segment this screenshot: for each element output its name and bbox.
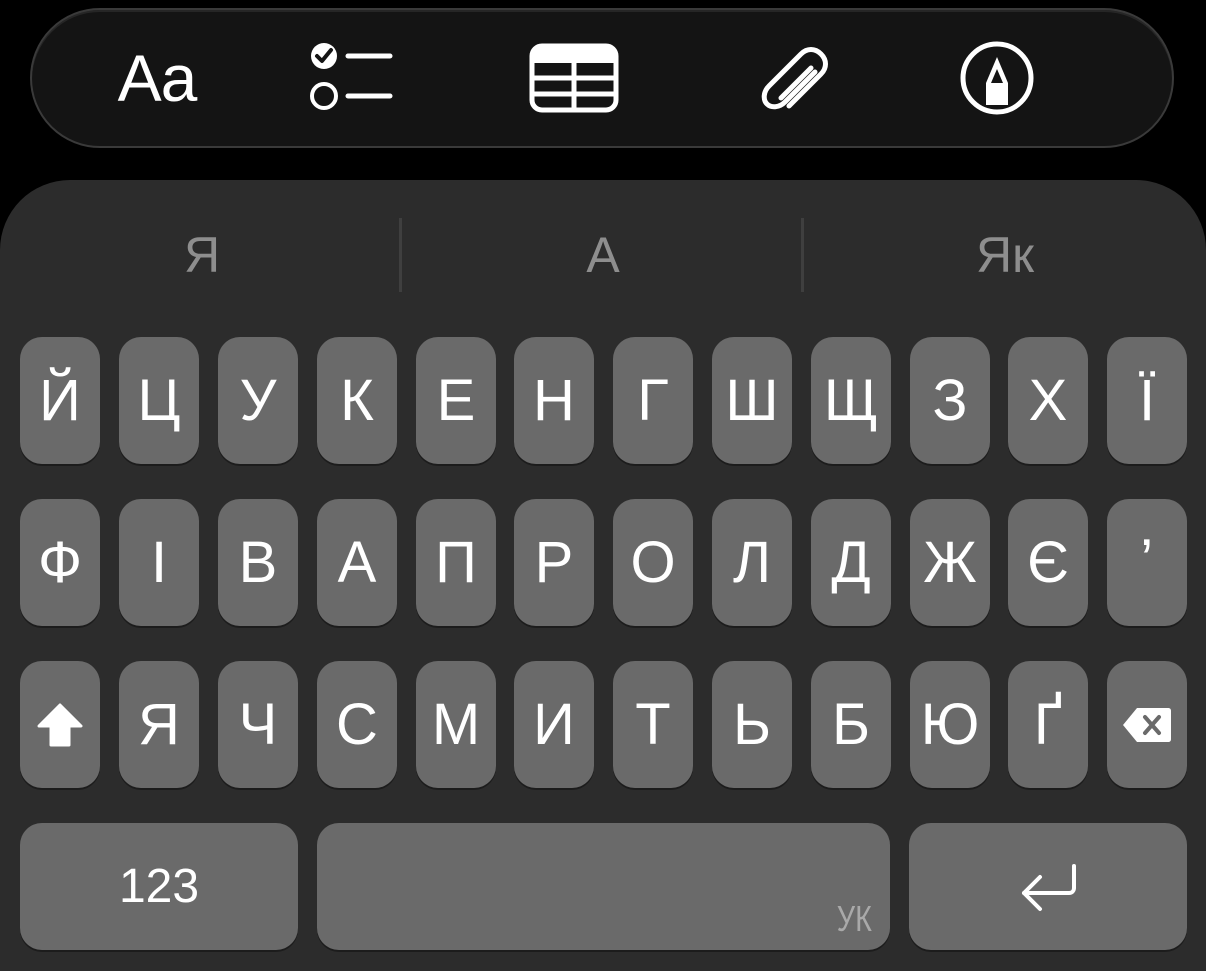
key[interactable]: Є <box>1008 499 1088 626</box>
return-icon <box>1022 863 1076 911</box>
suggestion-item[interactable]: Я <box>2 220 402 290</box>
screen: Aa Я А Як Й Ц У К Е Н Г Ш Щ З Х Ї Ф І В … <box>0 0 1206 971</box>
key[interactable]: Л <box>712 499 792 626</box>
text-format-button[interactable]: Aa <box>102 10 212 146</box>
checklist-icon <box>310 43 393 110</box>
key[interactable]: Й <box>20 337 100 464</box>
key[interactable]: М <box>416 661 496 788</box>
keyboard: Я А Як Й Ц У К Е Н Г Ш Щ З Х Ї Ф І В А П… <box>0 180 1206 971</box>
paperclip-icon <box>761 47 828 110</box>
suggestion-divider <box>801 218 804 292</box>
attachment-button[interactable] <box>740 10 850 146</box>
key[interactable]: Ц <box>119 337 199 464</box>
key[interactable]: И <box>514 661 594 788</box>
suggestion-item[interactable]: А <box>403 220 803 290</box>
key[interactable]: У <box>218 337 298 464</box>
text-format-label: Aa <box>117 41 198 115</box>
markup-button[interactable] <box>942 10 1052 146</box>
table-icon <box>529 43 619 113</box>
key[interactable]: Ю <box>910 661 990 788</box>
return-key[interactable] <box>909 823 1187 950</box>
key[interactable]: П <box>416 499 496 626</box>
key[interactable]: Ь <box>712 661 792 788</box>
table-button[interactable] <box>519 10 629 146</box>
key[interactable]: І <box>119 499 199 626</box>
key[interactable]: Щ <box>811 337 891 464</box>
key[interactable]: ʼ <box>1107 499 1187 626</box>
formatting-toolbar: Aa <box>30 8 1174 148</box>
key[interactable]: З <box>910 337 990 464</box>
key[interactable]: Д <box>811 499 891 626</box>
key[interactable]: Р <box>514 499 594 626</box>
key[interactable]: Ф <box>20 499 100 626</box>
key[interactable]: Я <box>119 661 199 788</box>
suggestion-bar: Я А Як <box>0 180 1206 330</box>
suggestion-divider <box>399 218 402 292</box>
markup-pen-icon <box>960 41 1034 115</box>
key[interactable]: В <box>218 499 298 626</box>
key[interactable]: Г <box>613 337 693 464</box>
backspace-icon <box>1123 707 1171 742</box>
checklist-button[interactable] <box>296 10 406 146</box>
key[interactable]: Т <box>613 661 693 788</box>
key[interactable]: О <box>613 499 693 626</box>
space-bar[interactable]: УК <box>317 823 890 950</box>
key[interactable]: Н <box>514 337 594 464</box>
key[interactable]: Ї <box>1107 337 1187 464</box>
key[interactable]: Ґ <box>1008 661 1088 788</box>
key[interactable]: Е <box>416 337 496 464</box>
key[interactable]: К <box>317 337 397 464</box>
shift-key[interactable] <box>20 661 100 788</box>
key[interactable]: Ш <box>712 337 792 464</box>
key[interactable]: А <box>317 499 397 626</box>
key[interactable]: Б <box>811 661 891 788</box>
key[interactable]: С <box>317 661 397 788</box>
shift-icon <box>37 703 83 746</box>
key[interactable]: Х <box>1008 337 1088 464</box>
language-indicator: УК <box>836 898 872 939</box>
key[interactable]: Ч <box>218 661 298 788</box>
suggestion-item[interactable]: Як <box>805 220 1205 290</box>
key[interactable]: Ж <box>910 499 990 626</box>
numbers-key[interactable]: 123 <box>20 823 298 950</box>
delete-key[interactable] <box>1107 661 1187 788</box>
